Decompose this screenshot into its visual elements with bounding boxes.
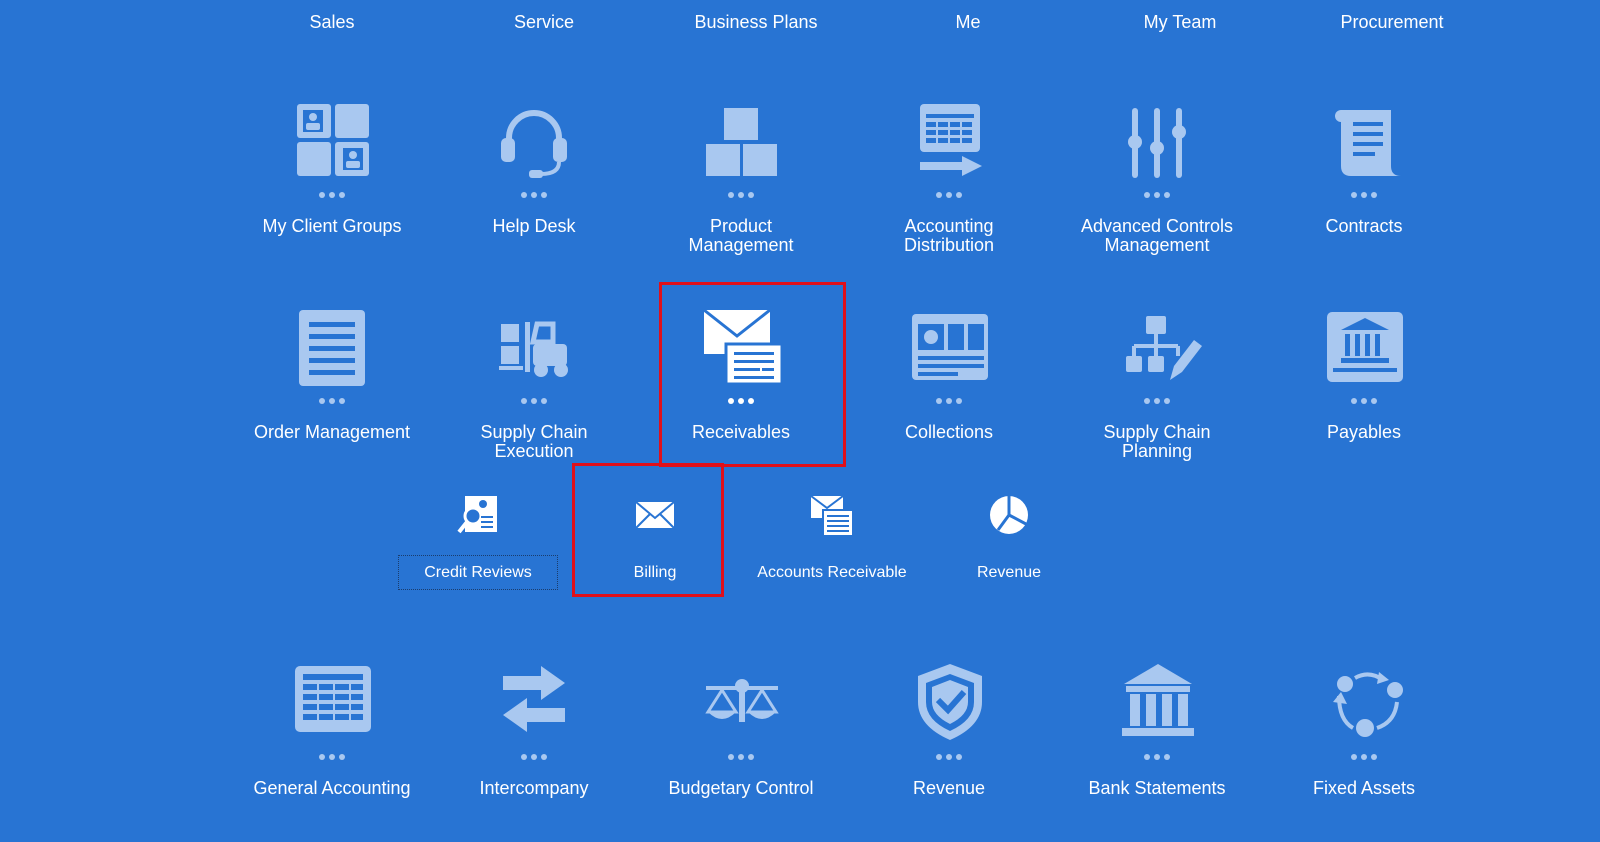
more-dots-icon[interactable] — [1051, 192, 1263, 198]
tile-label: Advanced Controls Management — [1080, 216, 1234, 255]
tile-label: Accounting Distribution — [903, 216, 995, 255]
more-dots-icon[interactable] — [1051, 398, 1263, 404]
tile-supply-chain-execution[interactable]: Supply Chain Execution — [428, 306, 640, 486]
forklift-icon — [489, 306, 579, 396]
cycle-icon — [1319, 662, 1409, 752]
bank-icon — [1112, 662, 1202, 752]
tile-budgetary-control[interactable]: Budgetary Control — [635, 662, 847, 842]
tile-label: General Accounting — [253, 778, 411, 798]
sub-item-label: Accounts Receivable — [757, 564, 907, 581]
bank-doc-icon — [1319, 306, 1409, 396]
more-dots-icon[interactable] — [226, 754, 438, 760]
tile-help-desk[interactable]: Help Desk — [428, 100, 640, 280]
tile-accounting-distribution[interactable]: Accounting Distribution — [843, 100, 1055, 280]
more-dots-icon[interactable] — [1258, 192, 1470, 198]
credit-review-icon — [455, 494, 501, 540]
tile-label: Payables — [1326, 422, 1402, 442]
tile-collections[interactable]: Collections — [843, 306, 1055, 486]
spreadsheet-icon — [287, 662, 377, 752]
tile-label: Help Desk — [492, 216, 576, 236]
tile-label: Contracts — [1325, 216, 1403, 236]
swap-arrows-icon — [489, 662, 579, 752]
tile-label: Product Management — [688, 216, 794, 255]
scroll-icon — [1319, 100, 1409, 190]
more-dots-icon[interactable] — [1051, 754, 1263, 760]
tile-bank-statements[interactable]: Bank Statements — [1051, 662, 1263, 842]
sub-item-label: Revenue — [976, 564, 1042, 581]
more-dots-icon[interactable] — [843, 192, 1055, 198]
tab-service[interactable]: Service — [444, 12, 644, 33]
more-dots-icon[interactable] — [428, 398, 640, 404]
tile-label: Bank Statements — [1088, 778, 1226, 798]
tile-label: Collections — [904, 422, 994, 442]
dashboard-icon — [904, 306, 994, 396]
shield-check-icon — [904, 662, 994, 752]
more-dots-icon[interactable] — [635, 754, 847, 760]
tile-label: Budgetary Control — [668, 778, 814, 798]
tile-payables[interactable]: Payables — [1258, 306, 1470, 486]
tile-supply-chain-planning[interactable]: Supply Chain Planning — [1051, 306, 1263, 486]
client-groups-icon — [287, 100, 377, 190]
tile-label: My Client Groups — [262, 216, 402, 236]
tile-my-client-groups[interactable]: My Client Groups — [226, 100, 438, 280]
tile-fixed-assets[interactable]: Fixed Assets — [1258, 662, 1470, 842]
tile-label: Order Management — [253, 422, 411, 442]
document-icon — [287, 306, 377, 396]
pie-chart-icon — [986, 494, 1032, 540]
more-dots-icon[interactable] — [428, 192, 640, 198]
scales-icon — [696, 662, 786, 752]
tile-intercompany[interactable]: Intercompany — [428, 662, 640, 842]
tile-label: Revenue — [912, 778, 986, 798]
tile-label: Supply Chain Execution — [480, 422, 588, 461]
tile-revenue-management[interactable]: Revenue — [843, 662, 1055, 842]
envelope-invoice-icon — [809, 494, 855, 540]
more-dots-icon[interactable] — [1258, 398, 1470, 404]
boxes-icon — [696, 100, 786, 190]
ledger-arrow-icon — [904, 100, 994, 190]
sub-item-accounts-receivable[interactable]: Accounts Receivable — [752, 494, 912, 594]
tile-label: Intercompany — [479, 778, 589, 798]
sliders-icon — [1112, 100, 1202, 190]
receivables-highlight — [659, 282, 846, 467]
more-dots-icon[interactable] — [226, 398, 438, 404]
tile-product-management[interactable]: Product Management — [635, 100, 847, 280]
tab-me[interactable]: Me — [868, 12, 1068, 33]
hierarchy-pencil-icon — [1112, 306, 1202, 396]
more-dots-icon[interactable] — [428, 754, 640, 760]
tab-sales[interactable]: Sales — [232, 12, 432, 33]
tile-label: Fixed Assets — [1312, 778, 1416, 798]
headset-icon — [489, 100, 579, 190]
tile-order-management[interactable]: Order Management — [226, 306, 438, 486]
tab-procurement[interactable]: Procurement — [1292, 12, 1492, 33]
more-dots-icon[interactable] — [843, 754, 1055, 760]
tile-general-accounting[interactable]: General Accounting — [226, 662, 438, 842]
tab-business-plans[interactable]: Business Plans — [656, 12, 856, 33]
more-dots-icon[interactable] — [635, 192, 847, 198]
focus-outline — [398, 555, 558, 590]
tab-my-team[interactable]: My Team — [1080, 12, 1280, 33]
billing-highlight — [572, 463, 724, 597]
more-dots-icon[interactable] — [226, 192, 438, 198]
more-dots-icon[interactable] — [1258, 754, 1470, 760]
sub-item-revenue[interactable]: Revenue — [929, 494, 1089, 594]
tile-contracts[interactable]: Contracts — [1258, 100, 1470, 280]
tile-label: Supply Chain Planning — [1103, 422, 1211, 461]
more-dots-icon[interactable] — [843, 398, 1055, 404]
tile-advanced-controls-management[interactable]: Advanced Controls Management — [1051, 100, 1263, 280]
